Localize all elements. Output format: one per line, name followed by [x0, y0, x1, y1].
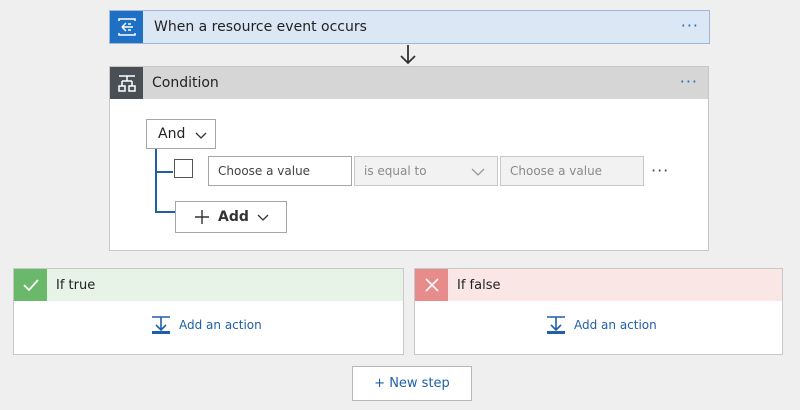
row-menu-button[interactable]: ··· — [651, 161, 669, 180]
condition-header[interactable]: Condition ··· — [110, 67, 708, 99]
if-true-branch: If true Add an action — [13, 268, 404, 355]
if-true-add-action-label: Add an action — [179, 318, 262, 332]
trigger-menu-button[interactable]: ··· — [681, 16, 699, 35]
add-condition-button[interactable]: Add — [175, 201, 287, 233]
add-condition-label: Add — [218, 209, 249, 225]
group-operator-label: And — [158, 126, 186, 142]
operator-label: is equal to — [364, 164, 427, 178]
if-false-branch: If false Add an action — [414, 268, 783, 355]
if-false-add-action-button[interactable]: Add an action — [546, 315, 657, 335]
plus-icon — [195, 210, 209, 224]
close-icon — [415, 269, 448, 301]
tree-connector-vertical — [155, 149, 157, 213]
condition-icon — [110, 67, 143, 99]
if-true-title: If true — [56, 278, 96, 293]
new-step-button[interactable]: + New step — [352, 366, 472, 401]
if-false-header[interactable]: If false — [415, 269, 782, 301]
right-value-input[interactable]: Choose a value — [500, 156, 644, 186]
tree-connector-row — [155, 171, 173, 173]
checkmark-icon — [14, 269, 47, 301]
condition-card: Condition ··· And Choose a value is equa… — [109, 66, 709, 251]
add-action-icon — [152, 316, 170, 334]
chevron-down-icon — [471, 168, 485, 176]
left-value-input[interactable]: Choose a value — [208, 156, 352, 186]
trigger-card[interactable]: When a resource event occurs ··· — [109, 10, 710, 44]
tree-connector-add — [155, 211, 177, 213]
group-operator-select[interactable]: And — [146, 119, 216, 149]
if-false-add-action-label: Add an action — [574, 318, 657, 332]
if-false-title: If false — [457, 278, 501, 293]
chevron-down-icon — [195, 132, 207, 139]
condition-menu-button[interactable]: ··· — [680, 72, 698, 91]
event-grid-icon — [110, 11, 143, 43]
if-true-header[interactable]: If true — [14, 269, 403, 301]
chevron-down-icon — [257, 214, 269, 221]
operator-select[interactable]: is equal to — [354, 156, 498, 186]
row-checkbox[interactable] — [174, 159, 193, 178]
condition-title: Condition — [152, 75, 219, 91]
arrow-down-icon — [400, 45, 416, 65]
if-true-add-action-button[interactable]: Add an action — [151, 315, 262, 335]
trigger-title: When a resource event occurs — [154, 19, 367, 35]
add-action-icon — [547, 316, 565, 334]
